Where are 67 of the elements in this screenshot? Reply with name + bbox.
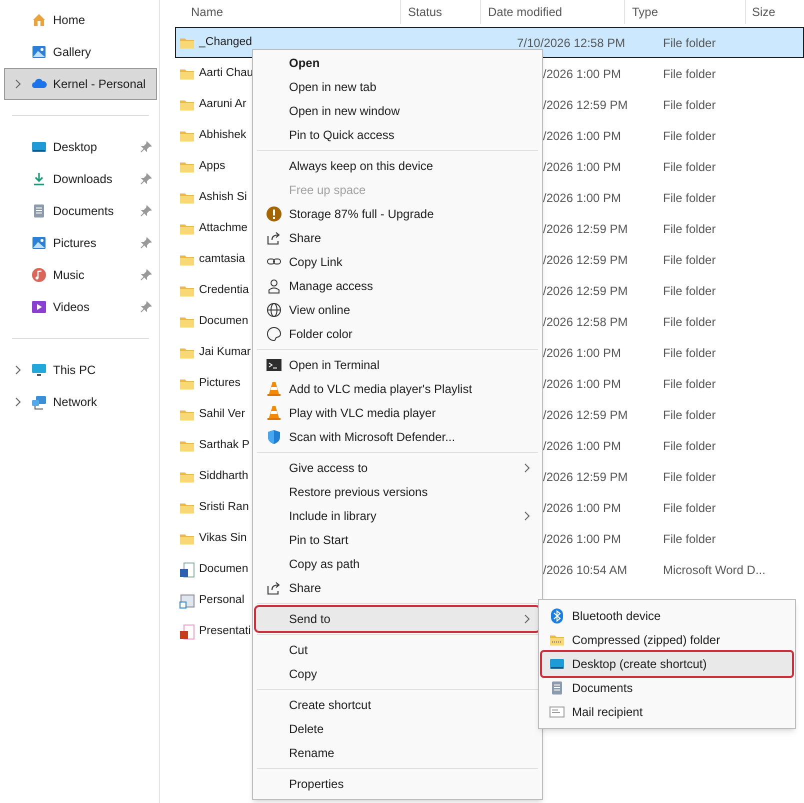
nav-label: Network xyxy=(53,394,98,411)
file-name: camtasia xyxy=(199,252,246,267)
file-name: Documen xyxy=(199,562,250,577)
date-modified: /2026 1:00 PM xyxy=(543,190,622,206)
file-name: Sristi Ran xyxy=(199,500,250,515)
nav-label: Videos xyxy=(53,299,90,316)
file-type: File folder xyxy=(663,282,716,300)
date-modified: /2026 1:00 PM xyxy=(543,438,622,454)
file-name: Pictures xyxy=(199,376,242,391)
file-type: File folder xyxy=(663,314,716,330)
file-type: File folder xyxy=(663,438,716,454)
date-modified: /2026 1:00 PM xyxy=(543,158,622,176)
file-type: File folder xyxy=(663,220,716,238)
file-type: File folder xyxy=(663,34,716,52)
date-modified: /2026 1:00 PM xyxy=(543,376,622,392)
date-modified: /2026 1:00 PM xyxy=(543,128,622,144)
date-modified: /2026 12:59 PM xyxy=(543,96,629,114)
nav-label: Desktop xyxy=(53,139,98,156)
file-name: Aaruni Ar xyxy=(199,96,248,112)
file-type: File folder xyxy=(663,376,716,392)
file-type: File folder xyxy=(663,158,716,176)
file-type: File folder xyxy=(663,344,716,362)
file-name: Personal xyxy=(199,592,246,608)
date-modified: /2026 12:59 PM xyxy=(543,468,629,486)
file-name: Abhishek xyxy=(199,128,248,143)
date-modified: /2026 12:59 PM xyxy=(543,282,629,300)
file-type: File folder xyxy=(663,500,716,516)
nav-label: Documents xyxy=(53,203,115,220)
file-name: Documen xyxy=(199,314,250,329)
nav-label: Pictures xyxy=(53,235,98,252)
date-modified: /2026 1:00 PM xyxy=(543,66,622,82)
date-modified: /2026 1:00 PM xyxy=(543,344,622,362)
file-type: File folder xyxy=(663,252,716,268)
file-type: File folder xyxy=(663,66,716,82)
file-type: File folder xyxy=(663,530,716,548)
file-name: Aarti Chau xyxy=(199,66,251,81)
date-modified: 7/10/2026 12:58 PM xyxy=(517,34,626,52)
date-modified: /2026 1:00 PM xyxy=(543,530,622,548)
file-name: Sarthak P xyxy=(199,438,250,453)
date-modified: /2026 12:59 PM xyxy=(543,406,629,424)
file-name: Apps xyxy=(199,158,226,174)
date-modified: /2026 1:00 PM xyxy=(543,500,622,516)
nav-label: Kernel - Personal xyxy=(53,76,147,93)
file-type: File folder xyxy=(663,406,716,424)
file-type: File folder xyxy=(663,128,716,144)
file-name: _Changed xyxy=(199,34,251,50)
nav-label: Music xyxy=(53,267,86,284)
nav-label: Gallery xyxy=(53,44,92,61)
file-name: Sahil Ver xyxy=(199,406,246,422)
file-name: Jai Kumar xyxy=(199,344,251,360)
date-modified: /2026 10:54 AM xyxy=(543,562,628,578)
date-modified: /2026 12:58 PM xyxy=(543,314,629,330)
file-name: Siddharth xyxy=(199,468,250,484)
file-name: Credentia xyxy=(199,282,250,298)
nav-label: This PC xyxy=(53,362,97,379)
file-name: Attachme xyxy=(199,220,249,236)
file-name: Ashish Si xyxy=(199,190,248,205)
date-modified: /2026 12:59 PM xyxy=(543,220,629,238)
file-type: Microsoft Word D... xyxy=(663,562,766,578)
file-name: Presentati xyxy=(199,624,251,639)
file-name: Vikas Sin xyxy=(199,530,248,546)
nav-label: Downloads xyxy=(53,171,114,188)
file-type: File folder xyxy=(663,96,716,114)
date-modified: /2026 12:59 PM xyxy=(543,252,629,268)
nav-label: Home xyxy=(53,12,86,29)
file-type: File folder xyxy=(663,468,716,486)
file-type: File folder xyxy=(663,190,716,206)
